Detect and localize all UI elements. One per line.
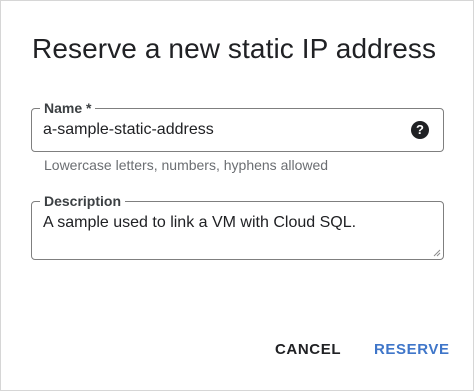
description-textarea[interactable]: A sample used to link a VM with Cloud SQ… bbox=[43, 214, 356, 232]
description-field[interactable]: Description A sample used to link a VM w… bbox=[31, 192, 444, 260]
dialog-title: Reserve a new static IP address bbox=[32, 33, 437, 64]
help-icon[interactable]: ? bbox=[411, 121, 429, 139]
name-hint: Lowercase letters, numbers, hyphens allo… bbox=[44, 157, 329, 173]
description-field-label: Description bbox=[40, 192, 126, 210]
reserve-button[interactable]: RESERVE bbox=[374, 341, 450, 358]
name-input[interactable]: a-sample-static-address bbox=[43, 121, 214, 139]
reserve-static-ip-dialog: Reserve a new static IP address Name * a… bbox=[0, 0, 474, 391]
name-field-label: Name * bbox=[40, 99, 96, 117]
resize-handle-icon[interactable] bbox=[433, 249, 441, 257]
cancel-button[interactable]: CANCEL bbox=[275, 341, 341, 358]
name-field[interactable]: Name * a-sample-static-address ? bbox=[31, 99, 444, 152]
